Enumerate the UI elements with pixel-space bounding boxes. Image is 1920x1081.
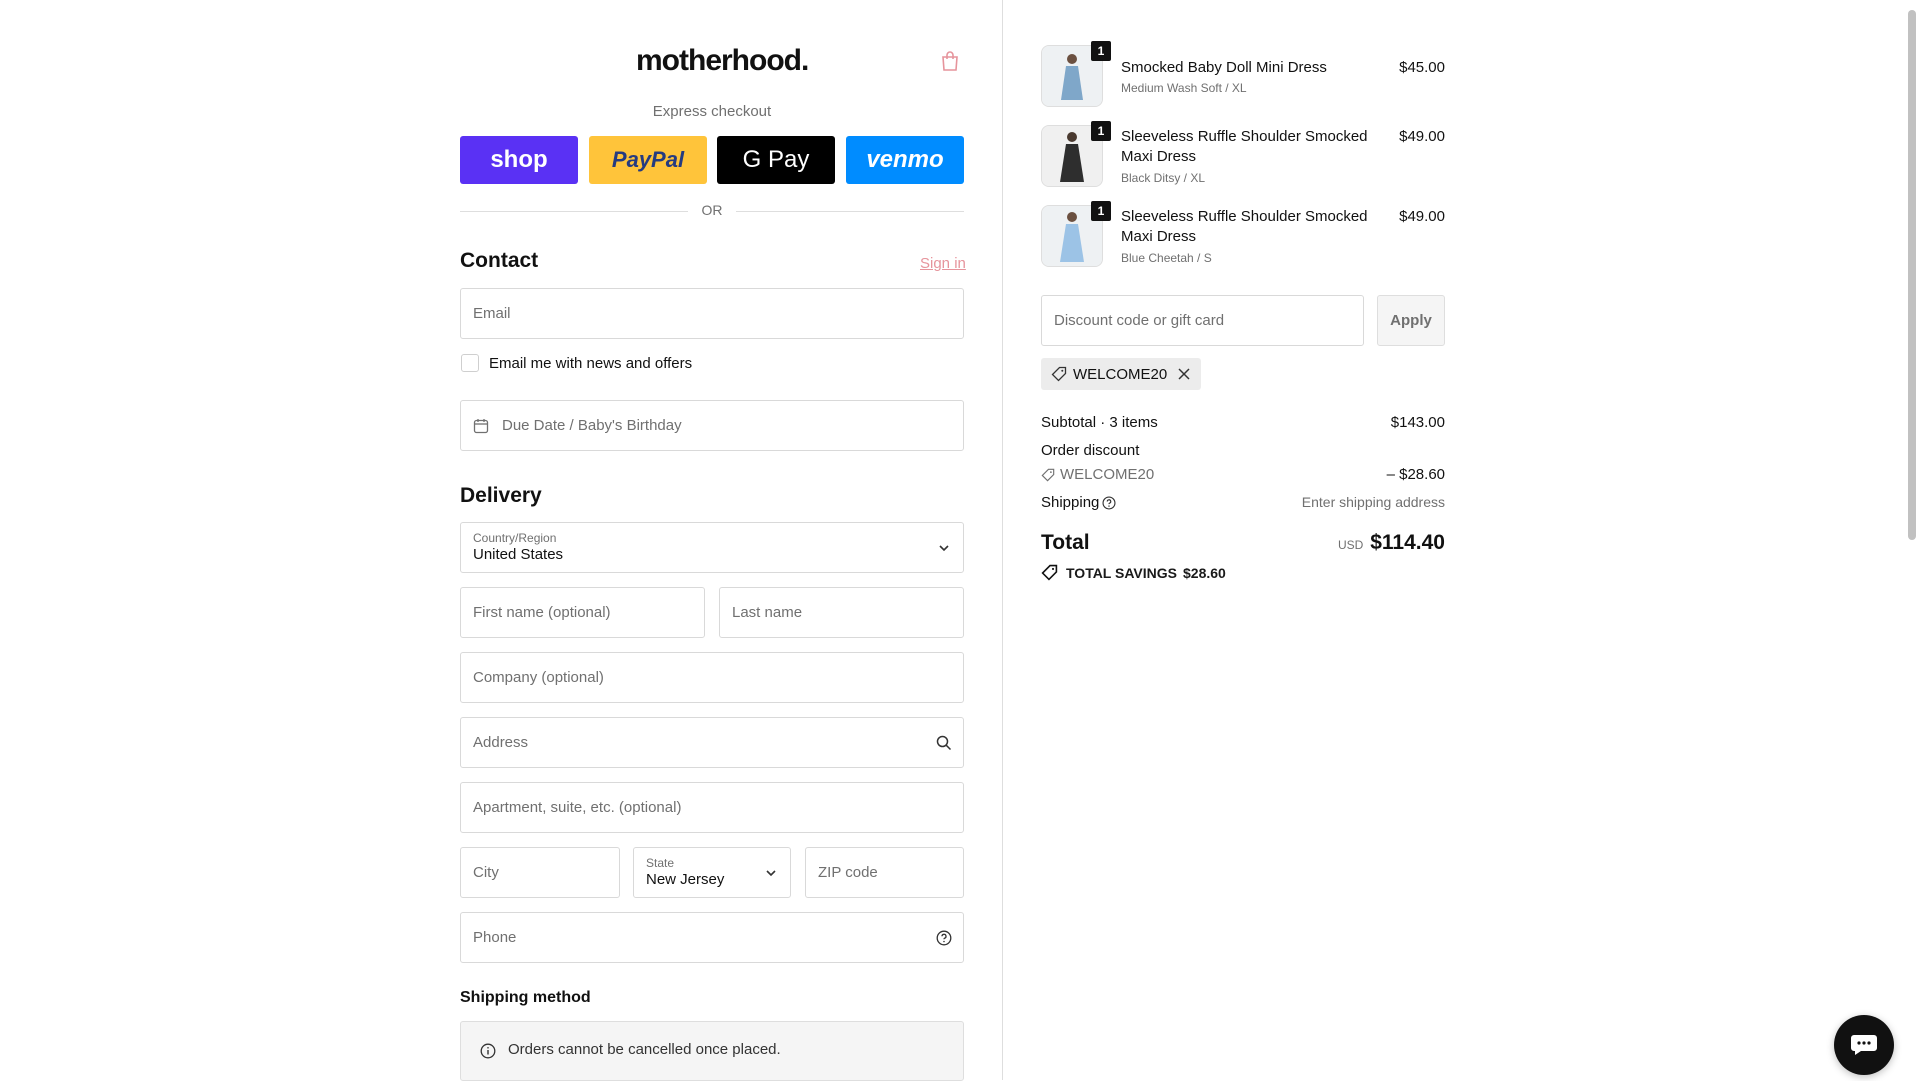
- subtotal-value: $143.00: [1390, 414, 1445, 431]
- shopping-bag-icon[interactable]: [940, 50, 960, 72]
- divider-right: [736, 211, 964, 212]
- apartment-field[interactable]: Apartment, suite, etc. (optional): [460, 782, 964, 833]
- shipping-notice: Orders cannot be cancelled once placed.: [460, 1021, 964, 1081]
- shipping-method-heading: Shipping method: [460, 989, 591, 1006]
- brand-logo[interactable]: motherhood.: [636, 44, 809, 78]
- shop-pay-button[interactable]: shop: [460, 136, 578, 184]
- zip-field[interactable]: ZIP code: [805, 847, 964, 898]
- item-price: $45.00: [1399, 59, 1445, 76]
- shipping-value: Enter shipping address: [1301, 494, 1445, 510]
- discount-code-label: WELCOME20: [1060, 466, 1155, 483]
- order-discount-label: Order discount: [1041, 442, 1140, 459]
- help-circle-icon[interactable]: [1102, 496, 1116, 510]
- google-pay-button[interactable]: G Pay: [717, 136, 835, 184]
- total-savings-value: $28.60: [1183, 565, 1226, 581]
- address-field[interactable]: Address: [460, 717, 964, 768]
- last-name-field[interactable]: Last name: [719, 587, 964, 638]
- state-value: New Jersey: [646, 871, 725, 888]
- country-select[interactable]: Country/Region United States: [460, 522, 964, 573]
- subtotal-label: Subtotal · 3 items: [1041, 414, 1158, 431]
- remove-discount-icon[interactable]: [1177, 367, 1191, 381]
- item-name: Sleeveless Ruffle Shoulder Smocked Maxi …: [1121, 208, 1368, 245]
- item-variant: Black Ditsy / XL: [1121, 171, 1206, 185]
- country-value: United States: [473, 546, 564, 563]
- shipping-label: Shipping: [1041, 494, 1100, 511]
- item-name: Sleeveless Ruffle Shoulder Smocked Maxi …: [1121, 128, 1368, 165]
- company-field[interactable]: Company (optional): [460, 652, 964, 703]
- state-select[interactable]: State New Jersey: [633, 847, 791, 898]
- discount-code-field[interactable]: Discount code or gift card: [1041, 295, 1364, 346]
- info-icon: [480, 1043, 496, 1059]
- email-placeholder: Email: [473, 305, 511, 322]
- apply-button[interactable]: Apply: [1377, 295, 1445, 346]
- tag-icon: [1041, 468, 1055, 482]
- first-name-placeholder: First name (optional): [473, 604, 611, 621]
- calendar-icon: [473, 419, 489, 434]
- news-checkbox[interactable]: [461, 354, 479, 372]
- divider-left: [460, 211, 688, 212]
- chat-launcher[interactable]: [1834, 1015, 1894, 1075]
- contact-heading: Contact: [460, 249, 539, 272]
- due-date-placeholder: Due Date / Baby's Birthday: [502, 417, 682, 434]
- savings-tag-icon: [1041, 564, 1058, 581]
- city-placeholder: City: [473, 864, 499, 881]
- search-icon[interactable]: [936, 735, 952, 751]
- company-placeholder: Company (optional): [473, 669, 604, 686]
- discount-placeholder: Discount code or gift card: [1054, 312, 1225, 329]
- express-checkout-title: Express checkout: [652, 103, 772, 120]
- last-name-placeholder: Last name: [732, 604, 803, 621]
- delivery-heading: Delivery: [460, 484, 542, 507]
- scrollbar-thumb[interactable]: [1908, 10, 1916, 540]
- phone-placeholder: Phone: [473, 929, 517, 946]
- chevron-down-icon: [939, 545, 949, 552]
- email-field[interactable]: Email: [460, 288, 964, 339]
- city-field[interactable]: City: [460, 847, 620, 898]
- currency-label: USD: [1338, 538, 1364, 552]
- address-placeholder: Address: [473, 734, 529, 751]
- or-divider-label: OR: [701, 202, 723, 218]
- zip-placeholder: ZIP code: [818, 864, 878, 881]
- applied-discount-tag: WELCOME20: [1041, 358, 1202, 390]
- state-label: State: [646, 856, 675, 870]
- item-variant: Medium Wash Soft / XL: [1121, 81, 1247, 95]
- item-variant: Blue Cheetah / S: [1121, 251, 1212, 265]
- country-label: Country/Region: [473, 531, 557, 545]
- quantity-badge: 1: [1091, 201, 1111, 221]
- applied-code-label: WELCOME20: [1073, 365, 1168, 383]
- venmo-button[interactable]: venmo: [846, 136, 964, 184]
- total-value: $114.40: [1370, 531, 1445, 554]
- news-checkbox-label[interactable]: Email me with news and offers: [489, 355, 692, 372]
- chevron-down-icon: [766, 870, 776, 877]
- paypal-button[interactable]: PayPal: [589, 136, 707, 184]
- sign-in-link[interactable]: Sign in: [920, 255, 966, 272]
- quantity-badge: 1: [1091, 121, 1111, 141]
- phone-field[interactable]: Phone: [460, 912, 964, 963]
- apartment-placeholder: Apartment, suite, etc. (optional): [473, 799, 682, 816]
- item-price: $49.00: [1399, 128, 1445, 145]
- quantity-badge: 1: [1091, 41, 1111, 61]
- total-label: Total: [1041, 531, 1090, 554]
- chat-bubble-icon: [1851, 1035, 1877, 1055]
- discount-value: – $28.60: [1386, 466, 1445, 483]
- total-savings-label: TOTAL SAVINGS: [1066, 565, 1177, 581]
- item-price: $49.00: [1399, 208, 1445, 225]
- help-circle-icon[interactable]: [936, 930, 952, 946]
- shipping-notice-text: Orders cannot be cancelled once placed.: [508, 1041, 781, 1058]
- tag-icon: [1051, 366, 1067, 382]
- due-date-field[interactable]: Due Date / Baby's Birthday: [460, 400, 964, 451]
- first-name-field[interactable]: First name (optional): [460, 587, 705, 638]
- item-name: Smocked Baby Doll Mini Dress: [1121, 59, 1327, 76]
